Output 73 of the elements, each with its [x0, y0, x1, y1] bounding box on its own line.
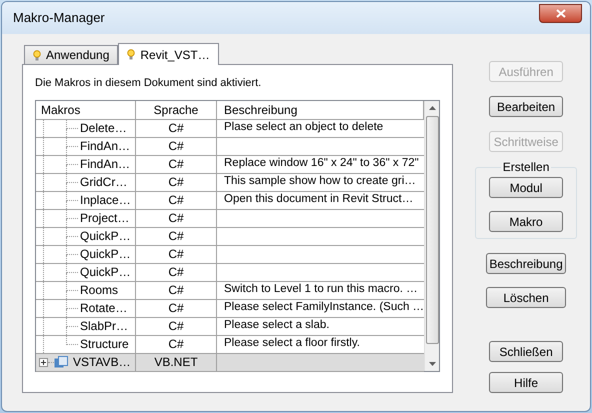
table-row[interactable]: FindAn… C#	[36, 138, 424, 156]
table-row[interactable]: QuickP… C#	[36, 246, 424, 264]
description-cell-text: Replace window 16" x 24" to 36" x 72"	[224, 156, 419, 172]
lightbulb-icon	[127, 49, 136, 60]
language-cell-text: C#	[168, 228, 184, 245]
description-cell-text: This sample show how to create gri…	[224, 174, 416, 190]
table-row[interactable]: FindAn… C# Replace window 16" x 24" to 36" x 72"	[36, 156, 424, 174]
table-row[interactable]: Rooms C# Switch to Level 1 to run this macro. …	[36, 282, 424, 300]
macro-name: Structure	[80, 336, 129, 353]
lightbulb-icon	[33, 50, 41, 60]
language-cell-text: C#	[168, 264, 184, 281]
macro-name: QuickP…	[80, 228, 131, 245]
dialog-button[interactable]: Schließen	[489, 341, 564, 362]
dialog-button[interactable]: Löschen	[486, 287, 566, 308]
language-cell-text: C#	[168, 174, 184, 191]
description-cell-text: Please select a floor firstly.	[224, 336, 360, 352]
macro-name: SlabPr…	[80, 318, 128, 335]
language-cell-text: C#	[168, 336, 184, 353]
language-cell-text: VB.NET	[154, 354, 198, 371]
language-cell-text: C#	[168, 318, 184, 335]
description-cell-text: Switch to Level 1 to run this macro. …	[224, 282, 418, 298]
language-cell-text: C#	[168, 156, 184, 173]
table-row[interactable]: Rotate… C# Please select FamilyInstance. (Such …	[36, 300, 424, 318]
table-row[interactable]: Delete… C# Plase select an object to delete	[36, 120, 424, 138]
window-title: Makro-Manager	[13, 9, 105, 28]
module-icon	[54, 356, 68, 368]
language-cell-text: C#	[168, 282, 184, 299]
macro-name: Delete…	[80, 120, 127, 137]
macro-name: GridCr…	[80, 174, 128, 191]
language-cell-text: C#	[168, 192, 184, 209]
language-cell-text: C#	[168, 210, 184, 227]
macro-name: QuickP…	[80, 246, 131, 263]
table-row[interactable]: Inplace… C# Open this document in Revit Struct…	[36, 192, 424, 210]
macro-name: Rooms	[80, 282, 118, 299]
description-cell-text: Open this document in Revit Struct…	[224, 192, 414, 208]
description-cell-text: Please select a slab.	[224, 318, 330, 334]
table-row[interactable]: SlabPr… C# Please select a slab.	[36, 318, 424, 336]
table-row[interactable]: QuickP… C#	[36, 228, 424, 246]
language-cell-text: C#	[168, 246, 184, 263]
vertical-scrollbar[interactable]	[424, 100, 440, 370]
language-cell-text: C#	[168, 300, 184, 317]
macro-name: QuickP…	[80, 264, 131, 281]
dialog-button[interactable]: Hilfe	[489, 372, 564, 393]
macro-name: FindAn…	[80, 156, 130, 173]
tab[interactable]: Anwendung	[24, 45, 118, 64]
table-row[interactable]: Structure C# Please select a floor firstly.	[36, 336, 424, 354]
expand-icon[interactable]	[39, 358, 48, 366]
column-header[interactable]: Makros	[36, 100, 136, 118]
table-row[interactable]: VSTAVB… VB.NET	[36, 354, 424, 372]
macro-name: Inplace…	[80, 192, 131, 209]
description-cell-text: Plase select an object to delete	[224, 120, 384, 136]
language-cell-text: C#	[168, 120, 184, 137]
dialog-button[interactable]: Beschreibung	[486, 253, 566, 274]
table-row[interactable]: Project… C#	[36, 210, 424, 228]
column-header[interactable]: Sprache	[136, 100, 217, 118]
group-title: Erstellen	[500, 160, 552, 174]
dialog-button[interactable]: Bearbeiten	[489, 96, 564, 117]
macro-name: FindAn…	[80, 138, 130, 155]
table-row[interactable]: GridCr… C# This sample show how to create gri…	[36, 174, 424, 192]
module-name: VSTAVB…	[73, 354, 131, 371]
dialog-button[interactable]: Makro	[489, 211, 564, 232]
dialog-button[interactable]: Modul	[489, 177, 564, 198]
table-row[interactable]: QuickP… C#	[36, 264, 424, 282]
close-button[interactable]	[539, 4, 582, 22]
tab[interactable]: Revit_VST…	[118, 43, 219, 65]
description-cell-text: Please select FamilyInstance. (Such …	[224, 300, 424, 316]
language-cell-text: C#	[168, 138, 184, 155]
close-icon	[556, 8, 566, 18]
info-text: Die Makros in diesem Dokument sind aktiviert.	[35, 76, 262, 91]
scroll-up-arrow-icon[interactable]	[428, 106, 436, 110]
scroll-down-arrow-icon[interactable]	[428, 362, 436, 366]
macro-name: Rotate…	[80, 300, 128, 317]
macro-name: Project…	[80, 210, 130, 227]
